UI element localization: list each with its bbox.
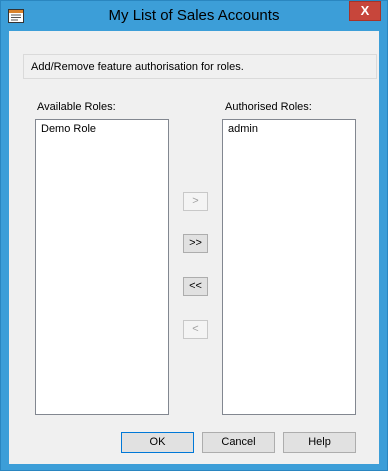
- title-bar[interactable]: My List of Sales Accounts X: [1, 1, 387, 31]
- close-button[interactable]: X: [349, 1, 381, 21]
- add-role-button[interactable]: >: [183, 192, 208, 211]
- cancel-button[interactable]: Cancel: [202, 432, 275, 453]
- close-icon: X: [360, 3, 370, 18]
- list-item[interactable]: Demo Role: [41, 123, 96, 135]
- remove-all-roles-button[interactable]: <<: [183, 277, 208, 296]
- dialog-window: My List of Sales Accounts X Add/Remove f…: [0, 0, 388, 471]
- help-button[interactable]: Help: [283, 432, 356, 453]
- authorised-roles-label: Authorised Roles:: [225, 101, 312, 113]
- remove-role-button[interactable]: <: [183, 320, 208, 339]
- available-roles-label: Available Roles:: [37, 101, 116, 113]
- available-roles-list[interactable]: Demo Role: [35, 119, 169, 415]
- app-icon: [8, 9, 24, 23]
- window-title: My List of Sales Accounts: [108, 7, 280, 24]
- list-item[interactable]: admin: [228, 123, 258, 135]
- add-all-roles-button[interactable]: >>: [183, 234, 208, 253]
- dialog-body: Add/Remove feature authorisation for rol…: [9, 31, 379, 464]
- instructions-text: Add/Remove feature authorisation for rol…: [31, 61, 244, 73]
- authorised-roles-list[interactable]: admin: [222, 119, 356, 415]
- instructions-panel: Add/Remove feature authorisation for rol…: [23, 54, 377, 79]
- ok-button[interactable]: OK: [121, 432, 194, 453]
